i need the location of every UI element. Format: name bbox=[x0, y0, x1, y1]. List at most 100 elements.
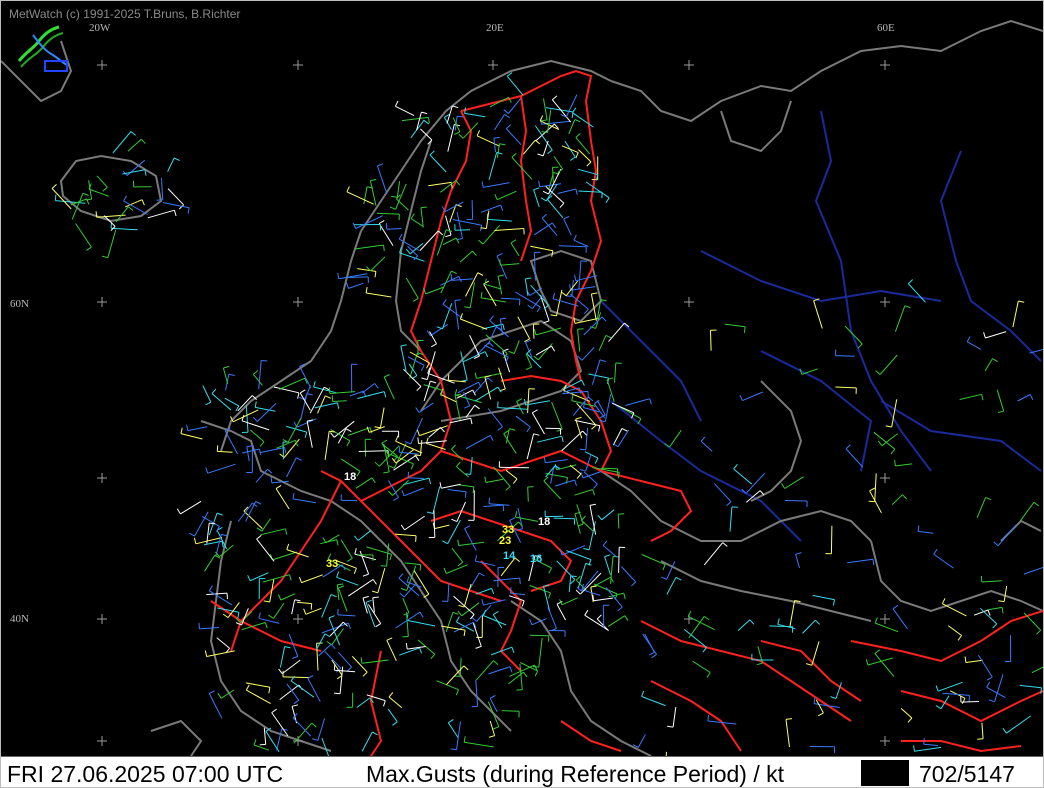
wind-barb bbox=[276, 728, 283, 751]
wind-barb-flag bbox=[426, 511, 434, 514]
wind-barb-flag bbox=[570, 575, 577, 577]
wind-barb bbox=[428, 181, 452, 187]
wind-barb bbox=[577, 563, 587, 588]
wind-barb-flag bbox=[419, 647, 423, 654]
wind-barb bbox=[458, 541, 485, 546]
wind-barb bbox=[485, 478, 504, 483]
wind-barb bbox=[584, 614, 609, 632]
wind-barb-flag bbox=[386, 637, 393, 641]
wind-barbs-layer bbox=[51, 72, 1043, 776]
wind-barb bbox=[246, 446, 250, 462]
wind-barb bbox=[617, 514, 620, 529]
wind-barb-flag bbox=[428, 117, 430, 124]
wind-barb bbox=[282, 442, 285, 460]
wind-barb bbox=[812, 594, 835, 601]
wind-barb-flag bbox=[572, 107, 577, 113]
wind-barb-flag bbox=[478, 572, 485, 577]
wind-barb bbox=[430, 323, 449, 337]
wind-barb-flag bbox=[458, 133, 464, 139]
wind-barb bbox=[258, 360, 262, 390]
wind-barb-flag bbox=[817, 712, 824, 717]
wind-barb bbox=[346, 191, 374, 205]
wind-barb bbox=[340, 539, 353, 559]
wind-barb-flag bbox=[596, 614, 602, 620]
wind-barb bbox=[895, 463, 913, 467]
wind-barb-flag bbox=[551, 250, 554, 257]
wind-barb-flag bbox=[519, 578, 521, 585]
copyright-header: MetWatch (c) 1991-2025 T.Bruns, B.Richte… bbox=[9, 7, 241, 21]
wind-barb bbox=[588, 373, 609, 379]
wind-barb bbox=[167, 188, 184, 206]
wind-barb bbox=[1023, 612, 1042, 631]
wind-barb-flag bbox=[617, 606, 623, 612]
wind-barb bbox=[461, 602, 480, 617]
wind-barb bbox=[282, 676, 310, 679]
wind-barb-flag bbox=[458, 604, 465, 608]
wind-barb-flag bbox=[392, 721, 398, 726]
wind-barb bbox=[965, 659, 983, 663]
wind-barb-flag bbox=[252, 370, 259, 375]
wind-barb bbox=[180, 500, 202, 515]
wind-barb-flag bbox=[551, 222, 557, 229]
wind-barb-flag bbox=[533, 187, 540, 191]
wind-barb bbox=[202, 385, 212, 403]
wind-barb-flag bbox=[660, 576, 667, 580]
wind-barb bbox=[561, 145, 579, 154]
wind-barb-flag bbox=[602, 540, 608, 546]
wind-barb-flag bbox=[454, 389, 458, 396]
wind-barb-flag bbox=[986, 676, 993, 681]
wind-barb bbox=[351, 656, 368, 673]
wind-barb bbox=[527, 388, 530, 414]
wind-barb bbox=[441, 483, 461, 489]
wind-barb bbox=[440, 270, 452, 294]
wind-barb-flag bbox=[487, 377, 493, 383]
wind-barb bbox=[1023, 566, 1043, 575]
wind-barb-flag bbox=[584, 609, 589, 616]
wind-barb-flag bbox=[598, 425, 601, 432]
wind-barb-flag bbox=[1029, 394, 1034, 401]
wind-barb bbox=[447, 519, 461, 544]
lon-label-20e: 20E bbox=[486, 22, 504, 34]
wind-barb bbox=[997, 524, 1017, 547]
wind-barb bbox=[112, 131, 132, 154]
status-datetime: FRI 27.06.2025 07:00 UTC bbox=[7, 761, 284, 787]
wind-barb bbox=[456, 466, 469, 478]
wind-barb-flag bbox=[605, 197, 610, 204]
wind-barb bbox=[456, 212, 463, 239]
wind-barb-flag bbox=[832, 599, 836, 606]
wind-barb-flag bbox=[400, 524, 406, 531]
wind-barb bbox=[785, 719, 790, 748]
wind-barb bbox=[981, 580, 1002, 583]
wind-barb bbox=[590, 586, 594, 603]
wind-barb-flag bbox=[874, 617, 878, 624]
wind-barb bbox=[733, 468, 753, 485]
wind-barb bbox=[506, 75, 524, 96]
wind-barb-flag bbox=[311, 722, 317, 728]
wind-barb bbox=[459, 250, 473, 263]
wind-barb-flag bbox=[756, 662, 763, 666]
wind-barb-flag bbox=[1033, 501, 1039, 507]
wind-barb-flag bbox=[478, 239, 484, 245]
wind-barb bbox=[395, 449, 414, 464]
wind-barb bbox=[551, 401, 563, 430]
wind-barb bbox=[408, 363, 418, 376]
wind-barb-flag bbox=[497, 274, 504, 277]
wind-barb bbox=[260, 528, 286, 536]
wind-barb-flag bbox=[591, 424, 597, 430]
wind-barb-flag bbox=[393, 497, 399, 502]
wind-barb bbox=[396, 181, 401, 198]
wind-barb bbox=[457, 381, 479, 394]
wind-barb-flag bbox=[291, 704, 299, 707]
wind-barb bbox=[672, 706, 677, 728]
wind-barb bbox=[357, 391, 385, 399]
wind-barb-flag bbox=[374, 383, 379, 389]
wind-barb-flag bbox=[463, 736, 466, 743]
lat-label-40n: 40N bbox=[10, 613, 29, 625]
wind-barb bbox=[404, 562, 421, 566]
wind-barb bbox=[703, 542, 724, 566]
wind-barb-flag bbox=[352, 222, 357, 229]
wind-barb-flag bbox=[362, 671, 368, 677]
wind-barb bbox=[966, 341, 982, 350]
wind-barb-flag bbox=[493, 726, 500, 730]
wind-barb-flag bbox=[456, 461, 461, 467]
